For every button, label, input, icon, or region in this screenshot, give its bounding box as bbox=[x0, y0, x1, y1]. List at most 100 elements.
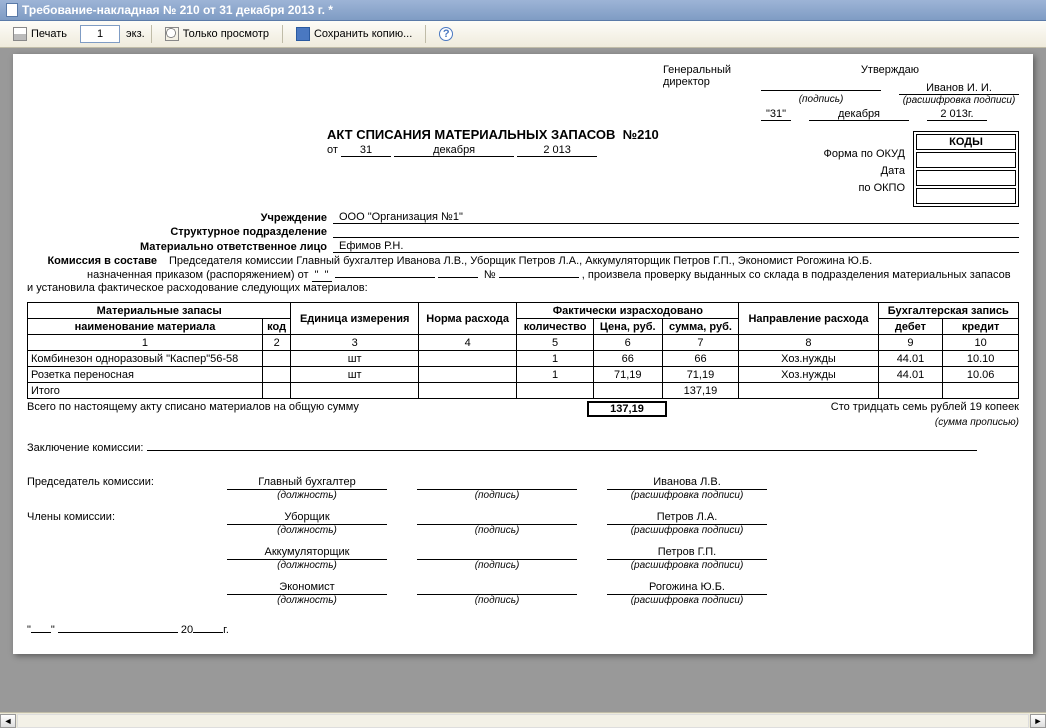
approval-year: 2 013г. bbox=[927, 108, 987, 121]
scroll-left-button[interactable]: ◄ bbox=[0, 714, 16, 728]
th-qty: количество bbox=[517, 319, 593, 335]
copies-suffix: экз. bbox=[126, 28, 145, 40]
codes-header: КОДЫ bbox=[916, 134, 1016, 150]
order-month bbox=[335, 277, 435, 278]
sig-signature bbox=[417, 511, 577, 525]
save-copy-button[interactable]: Сохранить копию... bbox=[289, 24, 419, 44]
scroll-right-button[interactable]: ► bbox=[1030, 714, 1046, 728]
diskette-icon bbox=[296, 27, 310, 41]
summary-words-hint: (сумма прописью) bbox=[27, 417, 1019, 428]
approve-word: Утверждаю bbox=[761, 64, 1019, 76]
sig-signature bbox=[417, 546, 577, 560]
document-icon bbox=[6, 3, 18, 17]
total-row: Итого137,19 bbox=[28, 383, 1019, 399]
sig-hint: (должность) bbox=[227, 525, 387, 536]
scroll-track[interactable] bbox=[17, 714, 1029, 728]
signature-row: Члены комиссии:Уборщик(должность)(подпис… bbox=[27, 511, 1019, 536]
separator bbox=[425, 25, 426, 43]
resp-value: Ефимов Р.Н. bbox=[333, 240, 1019, 253]
th-credit: кредит bbox=[943, 319, 1019, 335]
window-title: Требование-накладная № 210 от 31 декабря… bbox=[22, 3, 333, 17]
sig-position: Аккумуляторщик bbox=[227, 546, 387, 560]
th-price: Цена, руб. bbox=[593, 319, 662, 335]
members-label bbox=[27, 581, 197, 606]
sig-hint: (подпись) bbox=[417, 595, 577, 606]
act-title: АКТ СПИСАНИЯ МАТЕРИАЛЬНЫХ ЗАПАСОВ №210 bbox=[327, 127, 659, 142]
save-copy-label: Сохранить копию... bbox=[314, 28, 412, 40]
th-fact: Фактически израсходовано bbox=[517, 303, 739, 319]
th-stock: Материальные запасы bbox=[28, 303, 291, 319]
document-page: Генеральный директор Утверждаю (подпись)… bbox=[13, 54, 1033, 654]
col-numbers: 12345678910 bbox=[28, 335, 1019, 351]
approval-day: "31" bbox=[761, 108, 791, 121]
order-day: " " bbox=[312, 269, 332, 282]
th-sum: сумма, руб. bbox=[662, 319, 739, 335]
footer-year bbox=[193, 632, 223, 633]
sig-hint: (расшифровка подписи) bbox=[607, 490, 767, 501]
signature-row: Председатель комиссии:Главный бухгалтер(… bbox=[27, 476, 1019, 501]
toolbar: Печать 1 экз. Только просмотр Сохранить … bbox=[0, 21, 1046, 48]
page-area[interactable]: Генеральный директор Утверждаю (подпись)… bbox=[0, 48, 1046, 712]
sig-hint: (должность) bbox=[227, 560, 387, 571]
th-norm: Норма расхода bbox=[418, 303, 516, 335]
view-only-label: Только просмотр bbox=[183, 28, 269, 40]
th-code: код bbox=[262, 319, 290, 335]
chair-label: Председатель комиссии: bbox=[27, 476, 197, 501]
sig-name: Иванова Л.В. bbox=[607, 476, 767, 490]
summary-words: Сто тридцать семь рублей 19 копеек bbox=[667, 401, 1019, 417]
th-direction: Направление расхода bbox=[739, 303, 878, 335]
okud-value bbox=[916, 152, 1016, 168]
act-month: декабря bbox=[394, 144, 514, 157]
resp-label: Материально ответственное лицо bbox=[27, 241, 327, 253]
sig-signature bbox=[417, 476, 577, 490]
org-value: ООО "Организация №1" bbox=[333, 211, 1019, 224]
separator bbox=[151, 25, 152, 43]
printer-icon bbox=[13, 27, 27, 41]
sig-hint: (расшифровка подписи) bbox=[607, 560, 767, 571]
th-name: наименование материала bbox=[28, 319, 263, 335]
okpo-value bbox=[916, 188, 1016, 204]
help-button[interactable]: ? bbox=[432, 24, 460, 44]
order-prefix: назначенная приказом (распоряжением) от bbox=[87, 269, 309, 281]
sig-hint: (подпись) bbox=[417, 560, 577, 571]
print-button[interactable]: Печать bbox=[6, 24, 74, 44]
sig-name: Петров Л.А. bbox=[607, 511, 767, 525]
sig-hint: (должность) bbox=[227, 490, 387, 501]
sig-name: Петров Г.П. bbox=[607, 546, 767, 560]
sig-signature bbox=[417, 581, 577, 595]
view-only-button[interactable]: Только просмотр bbox=[158, 24, 276, 44]
sig-position: Экономист bbox=[227, 581, 387, 595]
approver-name: Иванов И. И. bbox=[899, 82, 1019, 95]
members-label: Члены комиссии: bbox=[27, 511, 197, 536]
order-no-prefix: № bbox=[484, 269, 496, 281]
approver-position: Генеральный директор bbox=[663, 64, 731, 88]
copies-input[interactable]: 1 bbox=[80, 25, 120, 43]
commission-value: Председателя комиссии Главный бухгалтер … bbox=[163, 255, 1019, 267]
th-unit: Единица измерения bbox=[291, 303, 419, 335]
dept-value bbox=[333, 237, 1019, 238]
footer-month bbox=[58, 632, 178, 633]
table-row: Розетка переноснаяшт171,1971,19Хоз.нужды… bbox=[28, 367, 1019, 383]
footer-day bbox=[31, 632, 51, 633]
sig-hint: (должность) bbox=[227, 595, 387, 606]
magnifier-icon bbox=[165, 27, 179, 41]
horizontal-scrollbar[interactable]: ◄ ► bbox=[0, 712, 1046, 728]
sig-position: Главный бухгалтер bbox=[227, 476, 387, 490]
th-debit: дебет bbox=[878, 319, 943, 335]
act-day: 31 bbox=[341, 144, 391, 157]
summary-amount: 137,19 bbox=[587, 401, 667, 417]
th-acc: Бухгалтерская запись bbox=[878, 303, 1018, 319]
codes-table: КОДЫ bbox=[913, 131, 1019, 207]
order-number bbox=[499, 277, 579, 278]
signature-row: Аккумуляторщик(должность) (подпись) Петров… bbox=[27, 546, 1019, 571]
act-year: 2 013 bbox=[517, 144, 597, 157]
sig-hint: (подпись) bbox=[417, 525, 577, 536]
okpo-label: по ОКПО bbox=[824, 182, 906, 194]
approver-signature bbox=[761, 90, 881, 91]
from-label: от bbox=[327, 144, 338, 156]
sig-hint: (подпись) bbox=[417, 490, 577, 501]
name-hint: (расшифровка подписи) bbox=[899, 95, 1019, 106]
sig-hint: (расшифровка подписи) bbox=[607, 525, 767, 536]
materials-table: Материальные запасы Единица измерения Но… bbox=[27, 302, 1019, 399]
date-code-label: Дата bbox=[824, 165, 906, 177]
